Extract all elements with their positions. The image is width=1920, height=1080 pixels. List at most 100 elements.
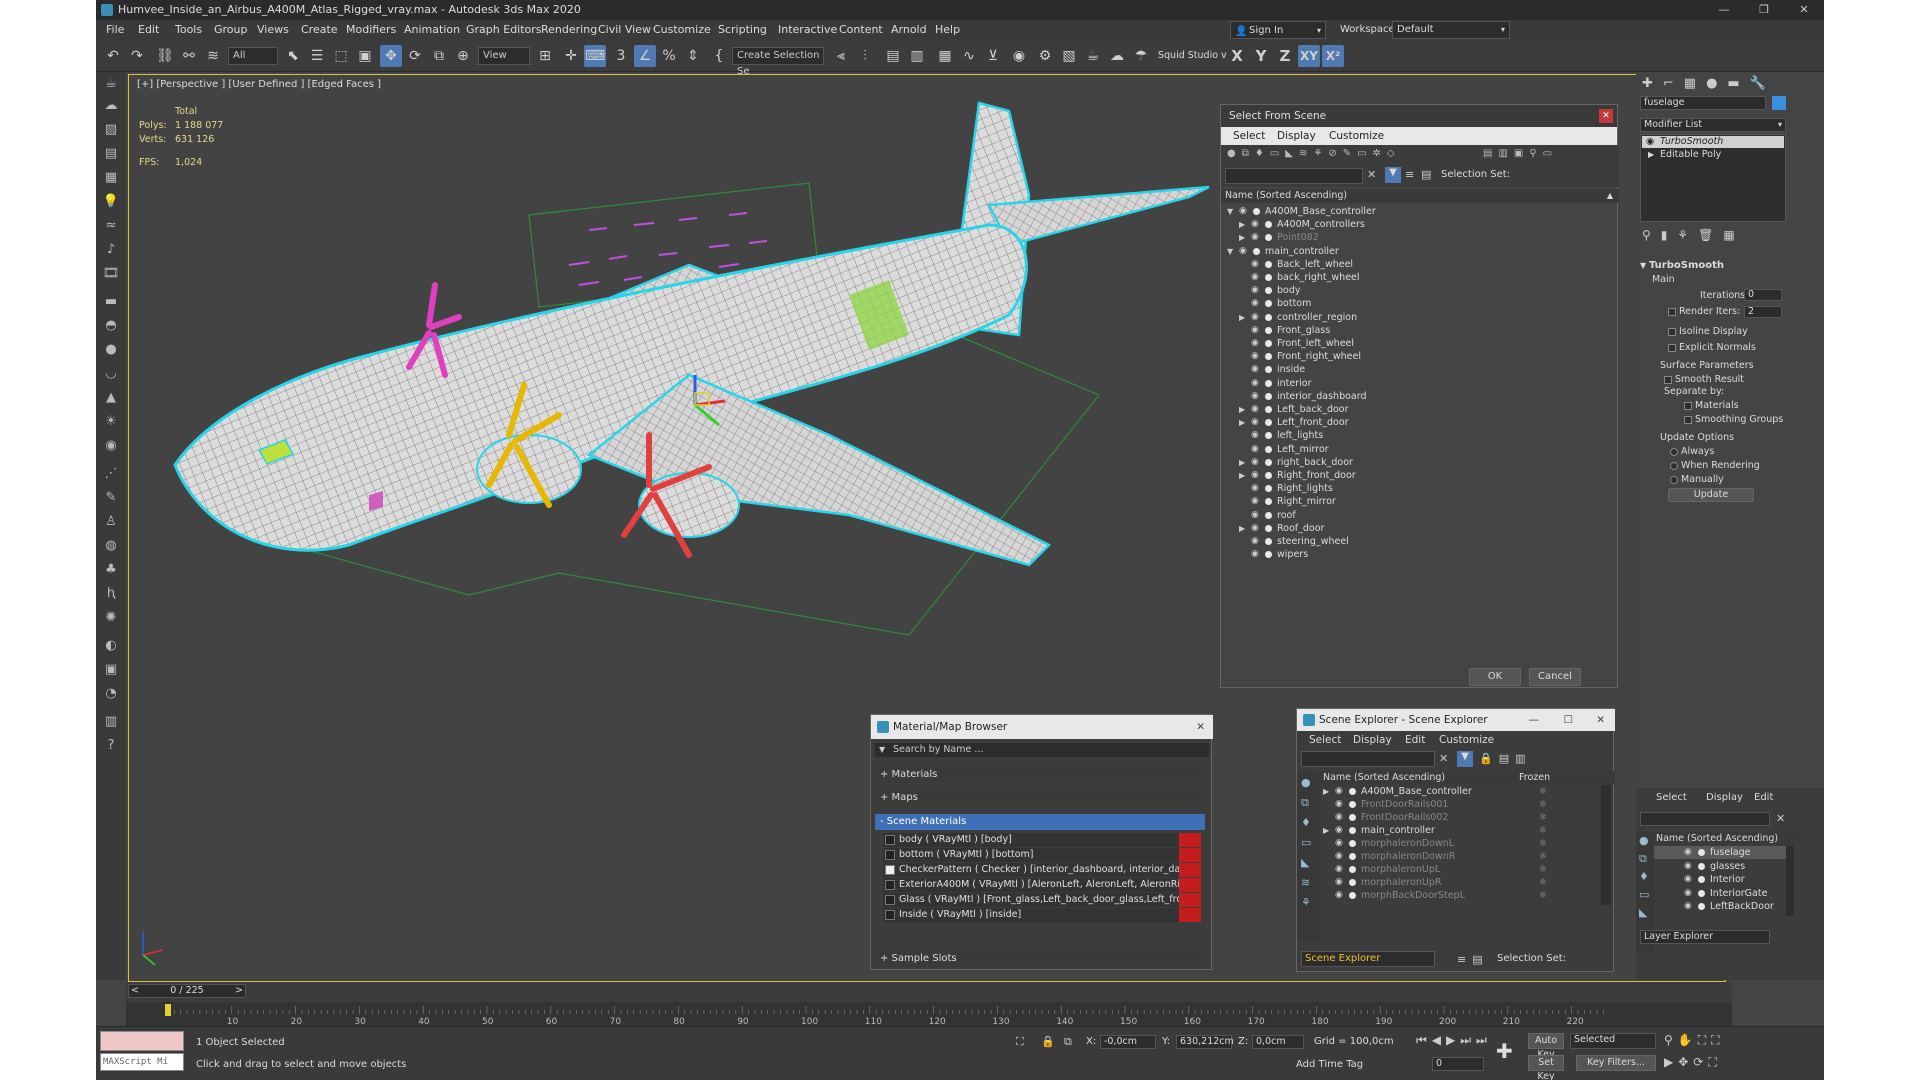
- layer-filter-icons[interactable]: ● ⧉ ♦ ▭ ◣: [1639, 832, 1649, 922]
- material-item[interactable]: CheckerPattern ( Checker ) [interior_das…: [883, 863, 1201, 877]
- eye-icon[interactable]: ◉: [1335, 811, 1345, 824]
- maxscript-listener[interactable]: [100, 1031, 184, 1051]
- always-row[interactable]: Always: [1670, 446, 1714, 457]
- snaps-toggle-icon[interactable]: 3: [610, 45, 632, 67]
- footer-icons[interactable]: ≡▤: [1457, 953, 1489, 966]
- scene-tree-item[interactable]: ▶ ◉ Roof_door: [1221, 522, 1611, 535]
- layer-item[interactable]: ◉ fuselage: [1654, 846, 1788, 859]
- sample-slots-section[interactable]: + Sample Slots: [875, 951, 1205, 967]
- eye-icon[interactable]: ◉: [1335, 837, 1345, 850]
- update-button[interactable]: Update: [1668, 488, 1754, 502]
- expand-icon[interactable]: ▶: [1239, 456, 1247, 469]
- stack-item-editable-poly[interactable]: ▶ Editable Poly: [1642, 149, 1784, 161]
- image-icon[interactable]: ▨: [101, 120, 121, 140]
- stack-item-turbosmooth[interactable]: ◉ TurboSmooth: [1642, 136, 1784, 148]
- eye-icon[interactable]: ◉: [1251, 416, 1261, 429]
- manipulate-icon[interactable]: ✛: [560, 45, 582, 67]
- stack-icon[interactable]: ▥: [101, 712, 121, 732]
- add-time-tag[interactable]: Add Time Tag: [1296, 1059, 1363, 1070]
- box-icon[interactable]: ▬: [101, 292, 121, 312]
- current-frame-marker[interactable]: [165, 1004, 171, 1016]
- menu-display[interactable]: Display: [1706, 792, 1743, 803]
- explorer-name-dropdown[interactable]: Scene Explorer: [1301, 951, 1435, 967]
- layer-item[interactable]: ◉ glasses: [1654, 860, 1788, 873]
- menu-scripting[interactable]: Scripting: [718, 20, 767, 40]
- explorer-item[interactable]: ▶ ◉ main_controller ❄: [1319, 824, 1601, 837]
- material-item[interactable]: body ( VRayMtl ) [body]: [883, 833, 1201, 847]
- eye-icon[interactable]: ◉: [1684, 873, 1694, 886]
- expand-icon[interactable]: ▶: [1239, 403, 1247, 416]
- menu-animation[interactable]: Animation: [404, 20, 460, 40]
- layer-explorer-icon[interactable]: ▥: [906, 45, 928, 67]
- eye-icon[interactable]: ◉: [1251, 337, 1261, 350]
- frozen-icon[interactable]: ❄: [1539, 785, 1547, 798]
- eye-icon[interactable]: ◉: [1251, 456, 1261, 469]
- unlink-icon[interactable]: ⚯: [178, 45, 200, 67]
- axis-xy-alt-icon[interactable]: X²: [1322, 45, 1344, 67]
- eye-icon[interactable]: ◉: [1646, 136, 1654, 148]
- explorer-search-input[interactable]: [1301, 751, 1435, 767]
- eye-icon[interactable]: ◉: [1251, 548, 1261, 561]
- angle-snap-icon[interactable]: ∠: [634, 45, 656, 67]
- cube-render-icon[interactable]: ▣: [101, 660, 121, 680]
- scene-tree-item[interactable]: ◉ Front_glass: [1221, 324, 1611, 337]
- materials-section[interactable]: + Materials: [875, 767, 1205, 783]
- menu-group[interactable]: Group: [214, 20, 248, 40]
- current-frame-field[interactable]: 0: [1432, 1057, 1484, 1071]
- explorer-item[interactable]: ◉ FrontDoorRails002 ❄: [1319, 811, 1601, 824]
- eye-icon[interactable]: ◉: [1335, 824, 1345, 837]
- explorer-item[interactable]: ◉ morphaleronDownL ❄: [1319, 837, 1601, 850]
- axis-z-button[interactable]: Z: [1274, 45, 1296, 67]
- eye-icon[interactable]: ◉: [1251, 469, 1261, 482]
- menu-interactive[interactable]: Interactive: [778, 20, 837, 40]
- eye-icon[interactable]: ◉: [1335, 850, 1345, 863]
- scene-tree-item[interactable]: ◉ interior_dashboard: [1221, 390, 1611, 403]
- scene-tree-item[interactable]: ▶ ◉ A400M_controllers: [1221, 218, 1611, 231]
- smooth-result-row[interactable]: Smooth Result: [1664, 374, 1744, 385]
- select-object-icon[interactable]: ⬉: [282, 45, 304, 67]
- menu-select[interactable]: Select: [1309, 731, 1341, 749]
- ribbon-icon[interactable]: ▦: [934, 45, 956, 67]
- object-color-swatch[interactable]: [1772, 96, 1786, 110]
- menu-views[interactable]: Views: [257, 20, 289, 40]
- select-and-place-icon[interactable]: ⊕: [452, 45, 474, 67]
- collapse-icon[interactable]: ▼: [1640, 261, 1649, 270]
- explicit-normals-row[interactable]: Explicit Normals: [1668, 342, 1756, 353]
- isoline-checkbox[interactable]: [1668, 327, 1676, 336]
- bind-space-warp-icon[interactable]: ≋: [202, 45, 224, 67]
- frozen-icon[interactable]: ❄: [1539, 824, 1547, 837]
- clear-icon[interactable]: ✕: [1367, 168, 1376, 181]
- menu-civil-view[interactable]: Civil View: [598, 20, 651, 40]
- explorer-tool-icons[interactable]: 🔒▤▥: [1479, 752, 1531, 765]
- cloud-icon[interactable]: ☁: [101, 96, 121, 116]
- menu-modifiers[interactable]: Modifiers: [346, 20, 396, 40]
- eye-icon[interactable]: ◉: [1251, 403, 1261, 416]
- plant-icon[interactable]: ♣: [101, 560, 121, 580]
- sun-icon[interactable]: ☀: [101, 412, 121, 432]
- expand-icon[interactable]: ▶: [1323, 785, 1331, 798]
- fur-icon[interactable]: ✺: [101, 608, 121, 628]
- eye-icon[interactable]: ◉: [1251, 509, 1261, 522]
- playback-controls[interactable]: ⏮◀▶⏭⏭: [1416, 1033, 1492, 1048]
- scene-tree-item[interactable]: ◉ steering_wheel: [1221, 535, 1611, 548]
- eye-icon[interactable]: ◉: [1251, 350, 1261, 363]
- material-item[interactable]: Inside ( VRayMtl ) [inside]: [883, 908, 1201, 922]
- paint-icon[interactable]: ✎: [101, 488, 121, 508]
- explorer-item[interactable]: ◉ morphaleronUpL ❄: [1319, 863, 1601, 876]
- figure-icon[interactable]: ♙: [101, 512, 121, 532]
- scene-tree-item[interactable]: ▼ ◉ A400M_Base_controller: [1221, 205, 1611, 218]
- axis-y-button[interactable]: Y: [1250, 45, 1272, 67]
- rendered-frame-icon[interactable]: ▧: [1058, 45, 1080, 67]
- scene-tree-item[interactable]: ◉ body: [1221, 284, 1611, 297]
- rect-selection-icon[interactable]: ⬚: [330, 45, 352, 67]
- menu-graph-editors[interactable]: Graph Editors: [466, 20, 542, 40]
- maps-section[interactable]: + Maps: [875, 790, 1205, 806]
- menu-edit[interactable]: Edit: [1754, 792, 1773, 803]
- percent-snap-icon[interactable]: %: [658, 45, 680, 67]
- wave-icon[interactable]: ≈: [101, 216, 121, 236]
- expand-icon[interactable]: ▶: [1323, 824, 1331, 837]
- eye-icon[interactable]: ◉: [1251, 231, 1261, 244]
- layer-item[interactable]: ◉ Interior: [1654, 873, 1788, 886]
- axis-x-button[interactable]: X: [1226, 45, 1248, 67]
- menu-file[interactable]: File: [106, 20, 124, 40]
